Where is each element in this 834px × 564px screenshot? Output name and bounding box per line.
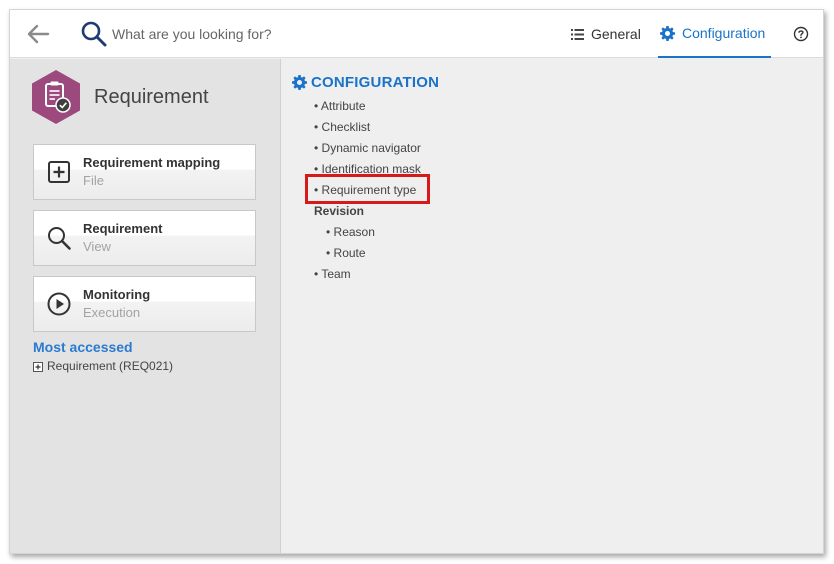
top-bar: General Configuration — [10, 10, 823, 58]
card-subtitle: File — [83, 173, 104, 188]
card-subtitle: View — [83, 239, 111, 254]
card-subtitle: Execution — [83, 305, 141, 320]
most-accessed-item-label: Requirement (REQ021) — [47, 359, 174, 373]
gear-icon — [660, 25, 675, 41]
back-arrow-icon[interactable] — [24, 22, 52, 46]
card-monitoring[interactable]: Monitoring Execution — [33, 276, 256, 332]
tab-configuration-label: Configuration — [682, 25, 766, 41]
menu-group-revision: Revision — [314, 204, 365, 218]
card-title: Monitoring — [83, 287, 151, 302]
highlight-box — [305, 174, 430, 204]
most-accessed-item[interactable]: Requirement (REQ021) — [33, 359, 173, 373]
menu-item-route[interactable]: • Route — [326, 246, 366, 260]
app-window: General Configuration — [9, 9, 824, 554]
menu-item-dynamic-navigator[interactable]: • Dynamic navigator — [314, 141, 421, 155]
plus-square-icon — [46, 159, 72, 185]
expand-plus-icon — [33, 361, 43, 372]
module-title: Requirement — [94, 86, 209, 108]
card-requirement-view[interactable]: Requirement View — [33, 210, 256, 266]
card-requirement-mapping[interactable]: Requirement mapping File — [33, 144, 256, 200]
requirement-module-icon — [30, 69, 82, 125]
configuration-heading: CONFIGURATION — [292, 74, 439, 91]
tab-general[interactable]: General — [571, 10, 641, 58]
menu-item-reason[interactable]: • Reason — [326, 225, 375, 239]
left-panel: Requirement Requirement mapping File Req… — [10, 59, 281, 553]
tab-configuration[interactable]: Configuration — [658, 10, 771, 58]
menu-item-checklist[interactable]: • Checklist — [314, 120, 370, 134]
tab-general-label: General — [591, 26, 641, 42]
search-input[interactable] — [112, 23, 412, 45]
search-icon — [46, 225, 72, 251]
menu-item-attribute[interactable]: • Attribute — [314, 99, 366, 113]
play-circle-icon — [46, 291, 72, 317]
gear-icon — [292, 75, 307, 90]
card-title: Requirement — [83, 221, 163, 236]
configuration-heading-label: CONFIGURATION — [311, 74, 440, 91]
list-icon — [571, 28, 584, 40]
help-icon[interactable] — [793, 26, 809, 42]
menu-item-team[interactable]: • Team — [314, 267, 351, 281]
most-accessed-heading: Most accessed — [33, 339, 133, 355]
search-icon[interactable] — [80, 20, 108, 48]
card-title: Requirement mapping — [83, 155, 221, 170]
